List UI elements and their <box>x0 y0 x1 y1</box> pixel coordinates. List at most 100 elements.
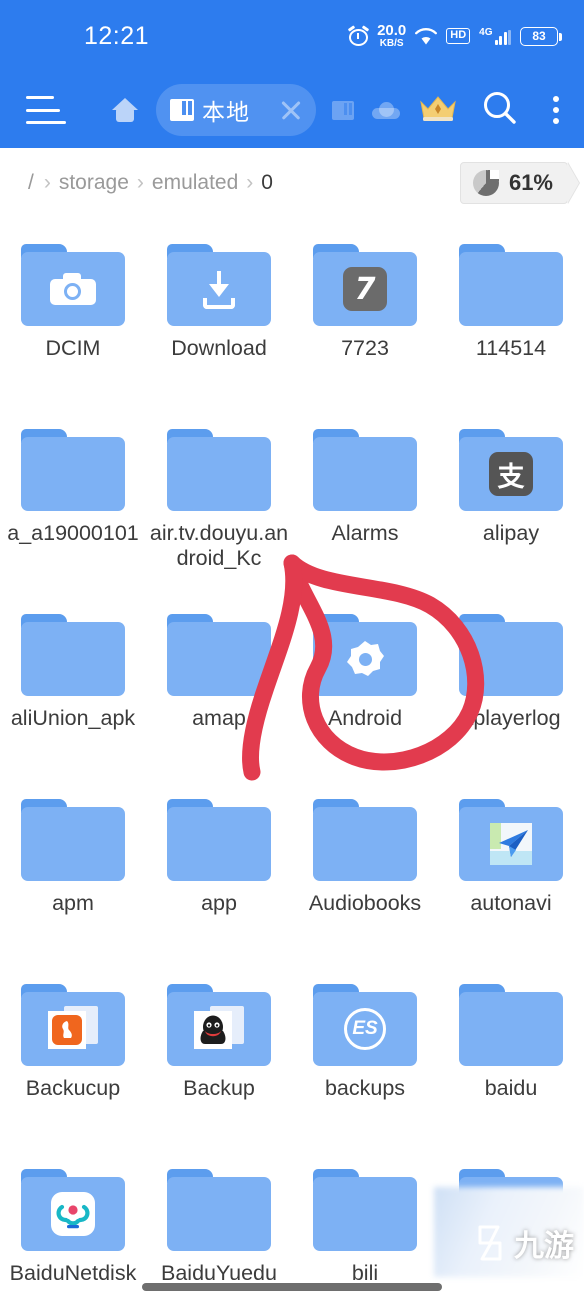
folder-item-label: Backup <box>183 1076 255 1100</box>
home-icon[interactable] <box>112 98 138 122</box>
breadcrumb-separator-icon: › <box>136 170 144 194</box>
folder-item[interactable]: baidu <box>438 972 584 1157</box>
folder-item[interactable]: aliUnion_apk <box>0 602 146 787</box>
system-navigation-bar[interactable] <box>0 1283 584 1291</box>
folder-item-label: Android <box>327 706 403 730</box>
breadcrumb-root[interactable]: / <box>28 171 34 195</box>
folder-item[interactable]: amap <box>146 602 292 787</box>
folder-item[interactable]: app <box>146 787 292 972</box>
app-7723-icon: 7 <box>343 267 387 311</box>
alarm-icon <box>349 27 369 46</box>
breadcrumb-item-emulated[interactable]: emulated <box>152 171 238 195</box>
folder-icon: 支 <box>459 429 563 511</box>
hamburger-menu-icon[interactable] <box>26 96 66 124</box>
status-bar: 12:21 20.0 KB/S HD 4G 83 <box>0 0 584 72</box>
cloud-icon[interactable] <box>372 101 400 119</box>
folder-item-label: 114514 <box>475 336 547 360</box>
folder-item[interactable]: air.tv.douyu.android_Kc <box>146 417 292 602</box>
folder-item[interactable]: aplayerlog <box>438 602 584 787</box>
folder-icon <box>459 614 563 696</box>
folder-item[interactable]: BaiduNetdisk <box>0 1157 146 1297</box>
folder-item[interactable]: Download <box>146 232 292 417</box>
pie-chart-icon <box>472 169 499 196</box>
storage-usage-badge[interactable]: 61% <box>459 161 568 204</box>
file-manager-screen: 12:21 20.0 KB/S HD 4G 83 本地 / › storage … <box>0 0 584 1297</box>
folder-item[interactable]: apm <box>0 787 146 972</box>
folder-icon <box>459 244 563 326</box>
sdcard-icon[interactable] <box>332 100 354 120</box>
app-7723-glyph: 7 <box>354 271 376 307</box>
gear-icon <box>345 639 385 679</box>
status-clock: 12:21 <box>84 21 150 50</box>
folder-item-label: DCIM <box>45 336 101 360</box>
home-gesture-pill[interactable] <box>142 1283 442 1291</box>
folder-icon <box>21 244 125 326</box>
folder-icon <box>313 614 417 696</box>
folder-item[interactable]: Audiobooks <box>292 787 438 972</box>
folder-item[interactable]: Backucup <box>0 972 146 1157</box>
folder-icon <box>459 984 563 1066</box>
search-icon[interactable] <box>480 88 520 133</box>
tab-local[interactable]: 本地 <box>156 84 316 136</box>
sdcard-icon <box>170 99 194 121</box>
folder-icon <box>167 984 271 1066</box>
crown-icon[interactable] <box>418 93 458 128</box>
app-es-explorer-icon: ES <box>344 1008 386 1050</box>
app-baidunetdisk-icon <box>51 1192 95 1236</box>
hd-icon: HD <box>446 28 471 44</box>
folder-item-label: Alarms <box>331 521 399 545</box>
app-autonavi-icon <box>490 823 532 865</box>
folder-item-label: alipay <box>482 521 540 545</box>
folder-icon <box>21 429 125 511</box>
breadcrumb-separator-icon: › <box>246 170 254 194</box>
folder-item[interactable]: DCIM <box>0 232 146 417</box>
folder-item-label: Audiobooks <box>308 891 422 915</box>
folder-icon <box>167 244 271 326</box>
watermark-text: 九游 <box>514 1229 574 1264</box>
folder-icon <box>21 799 125 881</box>
folder-item[interactable]: a_a19000101 <box>0 417 146 602</box>
download-icon <box>199 269 239 309</box>
folder-item[interactable]: 7 7723 <box>292 232 438 417</box>
close-icon[interactable] <box>276 95 306 125</box>
folder-item[interactable]: Backup <box>146 972 292 1157</box>
folder-item-label: aliUnion_apk <box>10 706 136 730</box>
battery-level: 83 <box>532 29 546 43</box>
folder-item[interactable]: 114514 <box>438 232 584 417</box>
folder-item-label: air.tv.douyu.android_Kc <box>149 521 289 571</box>
breadcrumb-item-current[interactable]: 0 <box>261 171 273 195</box>
app-qq-icon <box>194 1006 244 1052</box>
folder-item[interactable]: 支 alipay <box>438 417 584 602</box>
tab-local-label: 本地 <box>202 99 250 125</box>
app-alipay-glyph: 支 <box>497 461 525 492</box>
folder-item[interactable]: bili <box>292 1157 438 1297</box>
file-grid: DCIM Download 7 7723 114514 a_a19000101 air.tv… <box>0 218 584 1297</box>
network-speed-indicator: 20.0 KB/S <box>377 23 406 49</box>
app-toolbar: 本地 <box>0 72 584 148</box>
breadcrumb: / › storage › emulated › 0 61% <box>0 148 584 218</box>
network-speed-unit: KB/S <box>379 38 404 49</box>
network-speed-value: 20.0 <box>377 22 407 39</box>
watermark-mark-icon <box>478 1225 502 1261</box>
network-type-label: 4G <box>479 26 493 38</box>
status-icons: 20.0 KB/S HD 4G 83 <box>349 23 562 49</box>
signal-icon: 4G <box>479 26 511 45</box>
folder-item[interactable]: BaiduYuedu <box>146 1157 292 1297</box>
wifi-icon <box>415 27 438 45</box>
folder-item[interactable]: Alarms <box>292 417 438 602</box>
app-uc-browser-icon <box>48 1006 98 1052</box>
folder-icon <box>313 799 417 881</box>
app-es-glyph: ES <box>352 1018 378 1039</box>
folder-icon <box>167 429 271 511</box>
folder-icon <box>167 799 271 881</box>
breadcrumb-item-storage[interactable]: storage <box>59 171 129 195</box>
folder-item-label: app <box>201 891 237 915</box>
folder-item[interactable]: Android <box>292 602 438 787</box>
more-vertical-icon[interactable] <box>552 96 560 124</box>
folder-item[interactable]: ES backups <box>292 972 438 1157</box>
folder-item[interactable]: autonavi <box>438 787 584 972</box>
folder-icon: 7 <box>313 244 417 326</box>
folder-item-label: Download <box>171 336 267 360</box>
folder-icon: ES <box>313 984 417 1066</box>
folder-icon <box>313 429 417 511</box>
